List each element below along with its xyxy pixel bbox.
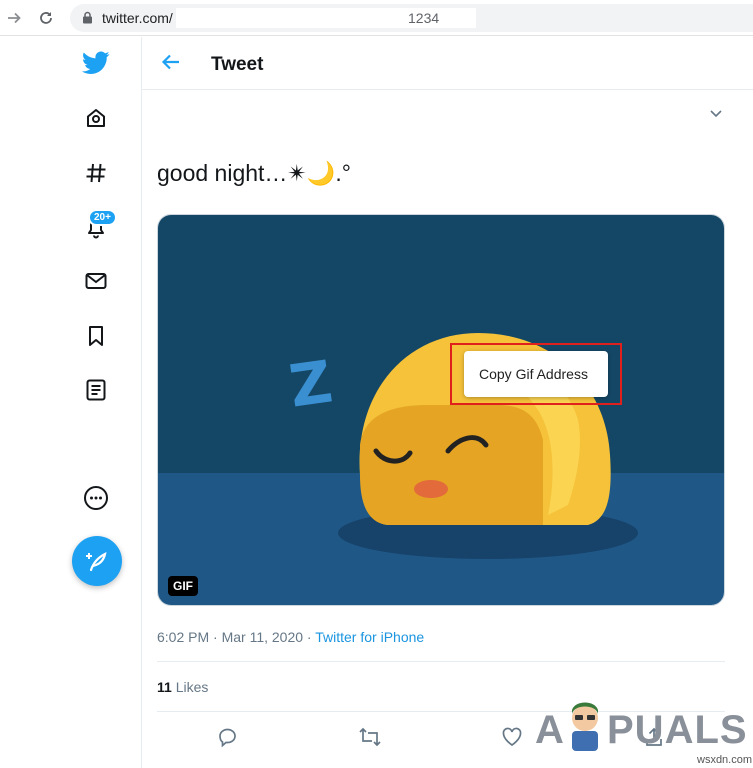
home-icon (87, 109, 105, 127)
like-button[interactable] (499, 724, 525, 750)
feather-plus-icon (86, 552, 107, 572)
divider (157, 661, 725, 662)
address-bar[interactable]: twitter.com/ 1234 (70, 4, 753, 32)
home-nav[interactable] (82, 104, 110, 132)
back-button[interactable] (160, 51, 182, 78)
twitter-logo-button[interactable] (82, 49, 110, 77)
list-icon (86, 379, 106, 401)
explore-nav[interactable] (82, 159, 110, 187)
twitter-bird-icon (82, 51, 110, 74)
bookmarks-nav[interactable] (82, 322, 110, 350)
notifications-badge: 20+ (88, 209, 117, 226)
reply-button[interactable] (215, 724, 241, 750)
appuals-watermark: A PUALS (535, 700, 750, 756)
reply-bubble-icon (219, 728, 236, 748)
sleeping-blob-gif: Z (158, 215, 724, 605)
tweet-text: good night…✴🌙.° (157, 160, 351, 186)
likes-count: 11 (157, 679, 172, 695)
arrow-right-icon (8, 12, 21, 24)
more-nav[interactable] (82, 484, 110, 512)
hashtag-icon (86, 163, 106, 183)
highlight-annotation (450, 343, 622, 405)
mail-icon (85, 273, 107, 289)
tweet-timestamp: 6:02 PM · Mar 11, 2020 · Twitter for iPh… (157, 629, 424, 645)
sidebar: 20+ (0, 37, 142, 768)
gif-badge: GIF (168, 576, 198, 596)
likes-stat[interactable]: 11 Likes (157, 679, 208, 695)
watermark-letter-a: A (535, 708, 565, 752)
retweet-button[interactable] (357, 724, 383, 750)
reload-button[interactable] (34, 6, 58, 30)
lists-nav[interactable] (82, 376, 110, 404)
page-title: Tweet (211, 54, 264, 75)
site-watermark: wsxdn.com (697, 754, 753, 766)
column-divider (141, 37, 142, 768)
heart-icon (502, 727, 522, 747)
url-suffix: 1234 (408, 10, 440, 26)
browser-toolbar: twitter.com/ 1234 (0, 0, 753, 36)
page-header: Tweet (142, 37, 753, 90)
messages-nav[interactable] (82, 267, 110, 295)
lock-icon (83, 11, 92, 24)
reload-icon (40, 12, 52, 24)
url-text: twitter.com/ (102, 10, 173, 26)
arrow-left-icon (161, 54, 179, 70)
tweet-gif[interactable]: Z (157, 214, 725, 606)
tweet-options-button[interactable] (708, 105, 724, 126)
more-icon (84, 486, 108, 510)
forward-button[interactable] (2, 6, 26, 30)
retweet-icon (359, 727, 381, 747)
bookmark-icon (89, 326, 103, 346)
likes-label: Likes (175, 679, 209, 695)
mascot-logo (572, 702, 598, 751)
tweet-time[interactable]: 6:02 PM · Mar 11, 2020 · (157, 629, 315, 645)
chevron-down-icon (710, 110, 722, 118)
tweet-source-link[interactable]: Twitter for iPhone (315, 629, 424, 645)
watermark-letters: PUALS (607, 708, 748, 752)
compose-tweet-button[interactable] (72, 536, 122, 586)
